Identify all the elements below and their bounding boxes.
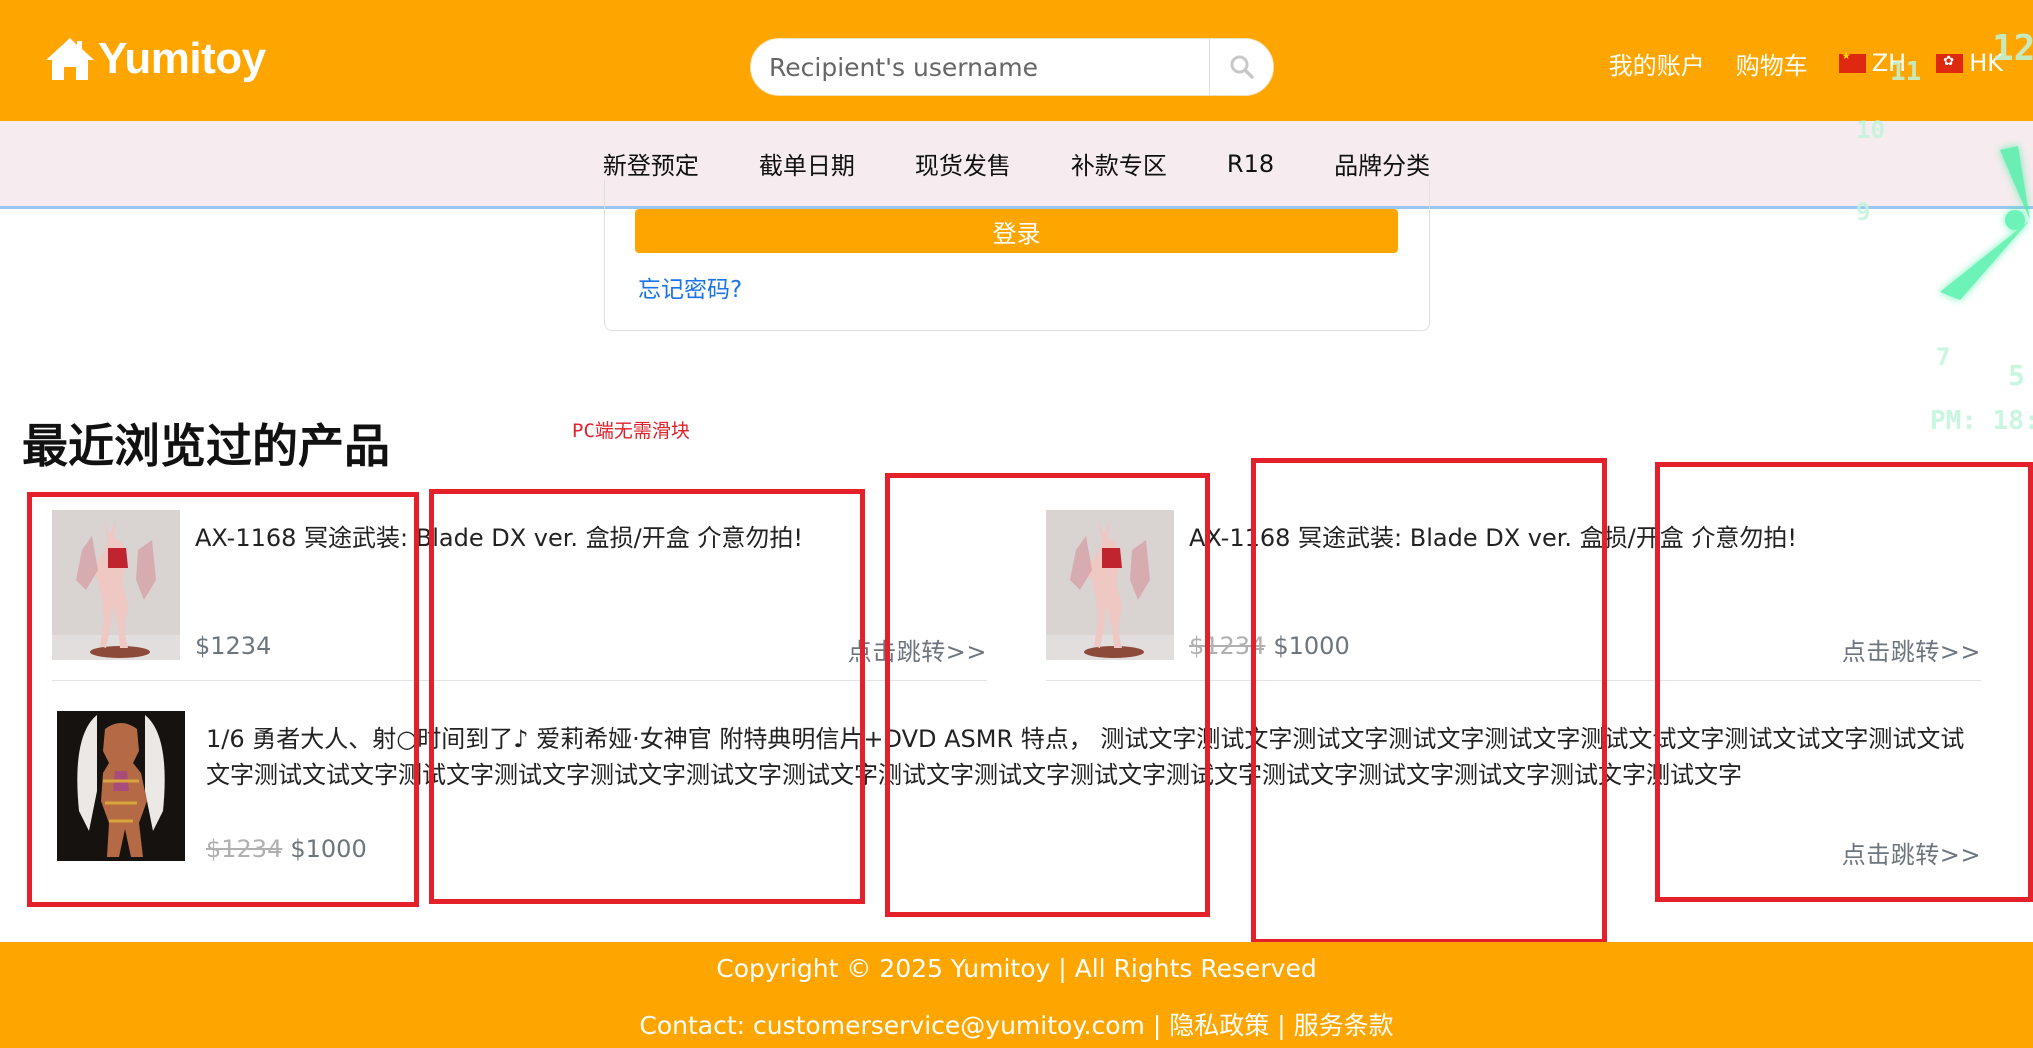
clock-number-5: 5: [2008, 359, 2025, 392]
lang-zh-label: ZH: [1871, 49, 1907, 77]
footer-terms-link[interactable]: 服务条款: [1294, 1011, 1394, 1040]
product-card[interactable]: AX-1168 冥途武装: Blade DX ver. 盒损/开盒 介意勿拍! …: [52, 510, 987, 682]
search-button[interactable]: [1209, 39, 1273, 95]
product-divider: [52, 680, 987, 681]
product-title[interactable]: AX-1168 冥途武装: Blade DX ver. 盒损/开盒 介意勿拍!: [195, 520, 985, 556]
search-icon: [1230, 55, 1254, 79]
footer-contact-line: Contact: customerservice@yumitoy.com | 隐…: [0, 1006, 2033, 1042]
nav-item-cutoff-date[interactable]: 截单日期: [729, 146, 885, 181]
clock-number-7: 7: [1936, 343, 1950, 371]
header-links: 我的账户 购物车 ZH HK: [1609, 46, 2033, 80]
forgot-password-link[interactable]: 忘记密码?: [638, 270, 742, 304]
clock-pm-text: PM: 18:: [1930, 406, 2033, 436]
pc-note: PC端无需滑块: [572, 420, 690, 442]
nav-item-brands[interactable]: 品牌分类: [1304, 146, 1460, 181]
cart-link[interactable]: 购物车: [1736, 46, 1808, 81]
home-icon: [46, 38, 94, 80]
recent-products-title: 最近浏览过的产品: [22, 419, 390, 473]
nav-item-in-stock[interactable]: 现货发售: [885, 146, 1041, 181]
site-header: Yumitoy 我的账户 购物车 ZH HK: [0, 0, 2033, 121]
nav-item-new-preorder[interactable]: 新登预定: [573, 146, 729, 181]
china-flag-icon: [1838, 51, 1866, 73]
current-price: $1000: [1273, 632, 1350, 660]
product-divider: [1046, 680, 1981, 681]
original-price: $1234: [1189, 632, 1266, 660]
product-jump-link[interactable]: 点击跳转>>: [848, 632, 987, 667]
footer-contact[interactable]: Contact: customerservice@yumitoy.com: [639, 1011, 1145, 1040]
product-price: $1234 $1000: [1189, 632, 1350, 660]
product-title[interactable]: 1/6 勇者大人、射○时间到了♪ 爱莉希娅·女神官 附特典明信片+DVD ASM…: [206, 721, 1981, 793]
logo-text: Yumitoy: [98, 34, 266, 83]
site-logo[interactable]: Yumitoy: [44, 34, 266, 84]
lang-hk-link[interactable]: HK: [1936, 49, 2003, 77]
footer-copyright: Copyright © 2025 Yumitoy | All Rights Re…: [716, 954, 1317, 983]
site-footer: Copyright © 2025 Yumitoy | All Rights Re…: [0, 942, 2033, 1048]
footer-privacy-link[interactable]: 隐私政策: [1169, 1011, 1269, 1040]
product-image[interactable]: [52, 711, 190, 861]
nav-item-balance-payment[interactable]: 补款专区: [1041, 146, 1197, 181]
product-card[interactable]: 1/6 勇者大人、射○时间到了♪ 爱莉希娅·女神官 附特典明信片+DVD ASM…: [52, 711, 1981, 869]
product-price: $1234: [195, 632, 271, 660]
current-price: $1000: [290, 835, 367, 863]
login-button[interactable]: 登录: [635, 209, 1398, 253]
lang-hk-label: HK: [1969, 49, 2003, 77]
my-account-link[interactable]: 我的账户: [1609, 46, 1705, 81]
product-price: $1234 $1000: [206, 835, 367, 863]
footer-separator: |: [1152, 1011, 1162, 1040]
product-title[interactable]: AX-1168 冥途武装: Blade DX ver. 盒损/开盒 介意勿拍!: [1189, 520, 1979, 556]
login-card: [604, 180, 1430, 331]
lang-zh-link[interactable]: ZH: [1838, 49, 1907, 77]
nav-item-r18[interactable]: R18: [1197, 150, 1304, 178]
product-jump-link[interactable]: 点击跳转>>: [1842, 632, 1981, 667]
product-jump-link[interactable]: 点击跳转>>: [1842, 835, 1981, 870]
footer-separator: |: [1277, 1011, 1286, 1040]
hongkong-flag-icon: [1936, 53, 1964, 73]
search-input[interactable]: [751, 39, 1211, 95]
product-image[interactable]: [52, 510, 180, 660]
current-price: $1234: [195, 632, 272, 660]
product-card[interactable]: AX-1168 冥途武装: Blade DX ver. 盒损/开盒 介意勿拍! …: [1046, 510, 1981, 682]
product-image[interactable]: [1046, 510, 1174, 660]
search-bar: [750, 38, 1274, 96]
original-price: $1234: [206, 835, 283, 863]
